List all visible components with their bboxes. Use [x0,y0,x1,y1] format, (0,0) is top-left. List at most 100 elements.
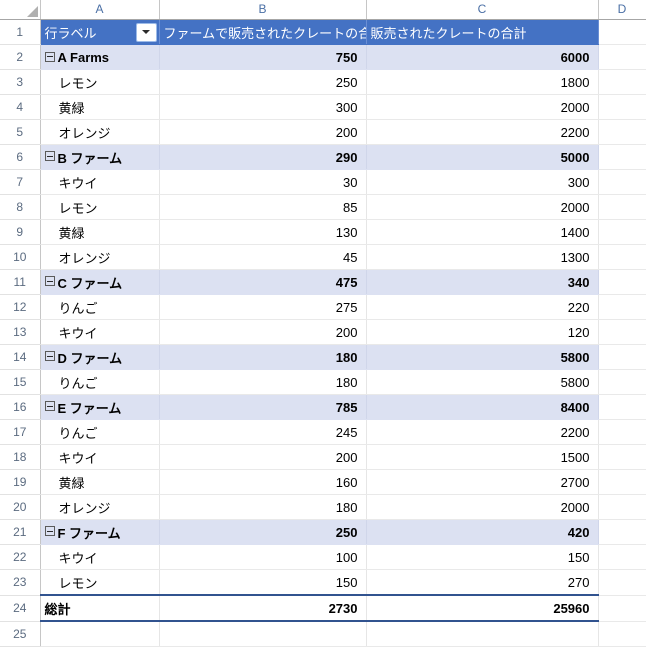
cell-c5[interactable]: 2200 [366,119,599,145]
cell-c19[interactable]: 2700 [366,469,599,495]
cell-b8[interactable]: 85 [159,194,367,220]
cell-c11[interactable]: 340 [366,269,599,295]
cell-d4[interactable] [598,94,646,120]
cell-a8[interactable]: レモン [40,194,160,220]
row-number-9[interactable]: 9 [0,219,41,245]
cell-d10[interactable] [598,244,646,270]
cell-d5[interactable] [598,119,646,145]
cell-b14[interactable]: 180 [159,344,367,370]
cell-c22[interactable]: 150 [366,544,599,570]
cell-a24[interactable]: 総計 [40,594,160,622]
cell-b19[interactable]: 160 [159,469,367,495]
row-number-5[interactable]: 5 [0,119,41,145]
cell-b9[interactable]: 130 [159,219,367,245]
cell-c3[interactable]: 1800 [366,69,599,95]
cell-d3[interactable] [598,69,646,95]
row-number-12[interactable]: 12 [0,294,41,320]
cell-d22[interactable] [598,544,646,570]
cell-d13[interactable] [598,319,646,345]
cell-d24[interactable] [598,595,646,622]
cell-a16[interactable]: E ファーム [40,394,160,420]
cell-d16[interactable] [598,394,646,420]
collapse-group-icon[interactable] [44,151,55,161]
cell-c9[interactable]: 1400 [366,219,599,245]
cell-c18[interactable]: 1500 [366,444,599,470]
cell-b5[interactable]: 200 [159,119,367,145]
cell-d7[interactable] [598,169,646,195]
cell-b2[interactable]: 750 [159,44,367,70]
cell-a15[interactable]: りんご [40,369,160,395]
column-header-c[interactable]: C [366,0,599,20]
cell-c2[interactable]: 6000 [366,44,599,70]
cell-a2[interactable]: A Farms [40,44,160,70]
row-number-8[interactable]: 8 [0,194,41,220]
cell-a14[interactable]: D ファーム [40,344,160,370]
row-number-20[interactable]: 20 [0,494,41,520]
cell-a11[interactable]: C ファーム [40,269,160,295]
cell-a1-row-labels[interactable]: 行ラベル [40,19,160,45]
row-number-24[interactable]: 24 [0,595,41,622]
cell-c16[interactable]: 8400 [366,394,599,420]
cell-a7[interactable]: キウイ [40,169,160,195]
row-number-4[interactable]: 4 [0,94,41,120]
row-labels-filter-button[interactable] [135,22,157,42]
row-number-16[interactable]: 16 [0,394,41,420]
cell-c25[interactable] [366,621,599,647]
cell-c23[interactable]: 270 [366,569,599,596]
column-header-b[interactable]: B [159,0,367,20]
cell-b24[interactable]: 2730 [159,594,367,622]
row-number-19[interactable]: 19 [0,469,41,495]
cell-b6[interactable]: 290 [159,144,367,170]
row-number-2[interactable]: 2 [0,44,41,70]
cell-b21[interactable]: 250 [159,519,367,545]
cell-c21[interactable]: 420 [366,519,599,545]
row-number-23[interactable]: 23 [0,569,41,596]
cell-c10[interactable]: 1300 [366,244,599,270]
row-number-14[interactable]: 14 [0,344,41,370]
row-number-17[interactable]: 17 [0,419,41,445]
cell-d11[interactable] [598,269,646,295]
row-number-22[interactable]: 22 [0,544,41,570]
row-number-10[interactable]: 10 [0,244,41,270]
cell-c7[interactable]: 300 [366,169,599,195]
cell-a22[interactable]: キウイ [40,544,160,570]
cell-a6[interactable]: B ファーム [40,144,160,170]
cell-a23[interactable]: レモン [40,569,160,596]
cell-b4[interactable]: 300 [159,94,367,120]
cell-a5[interactable]: オレンジ [40,119,160,145]
row-number-3[interactable]: 3 [0,69,41,95]
cell-c20[interactable]: 2000 [366,494,599,520]
cell-a13[interactable]: キウイ [40,319,160,345]
cell-a25[interactable] [40,621,160,647]
cell-d21[interactable] [598,519,646,545]
cell-c8[interactable]: 2000 [366,194,599,220]
collapse-group-icon[interactable] [44,401,55,411]
cell-b1-value-header[interactable]: ファームで販売されたクレートの合計 [159,19,367,45]
cell-a17[interactable]: りんご [40,419,160,445]
cell-a18[interactable]: キウイ [40,444,160,470]
cell-b25[interactable] [159,621,367,647]
row-number-25[interactable]: 25 [0,621,41,647]
cell-d14[interactable] [598,344,646,370]
row-number-1[interactable]: 1 [0,19,41,45]
cell-c17[interactable]: 2200 [366,419,599,445]
cell-c24[interactable]: 25960 [366,594,599,622]
cell-b20[interactable]: 180 [159,494,367,520]
cell-a20[interactable]: オレンジ [40,494,160,520]
cell-d9[interactable] [598,219,646,245]
collapse-group-icon[interactable] [44,51,55,62]
cell-d1[interactable] [598,19,646,45]
cell-b15[interactable]: 180 [159,369,367,395]
cell-a10[interactable]: オレンジ [40,244,160,270]
row-number-18[interactable]: 18 [0,444,41,470]
cell-a3[interactable]: レモン [40,69,160,95]
cell-c14[interactable]: 5800 [366,344,599,370]
cell-a21[interactable]: F ファーム [40,519,160,545]
cell-d2[interactable] [598,44,646,70]
cell-d23[interactable] [598,569,646,596]
cell-a19[interactable]: 黄緑 [40,469,160,495]
column-header-d[interactable]: D [598,0,646,20]
cell-c15[interactable]: 5800 [366,369,599,395]
row-number-21[interactable]: 21 [0,519,41,545]
cell-b11[interactable]: 475 [159,269,367,295]
